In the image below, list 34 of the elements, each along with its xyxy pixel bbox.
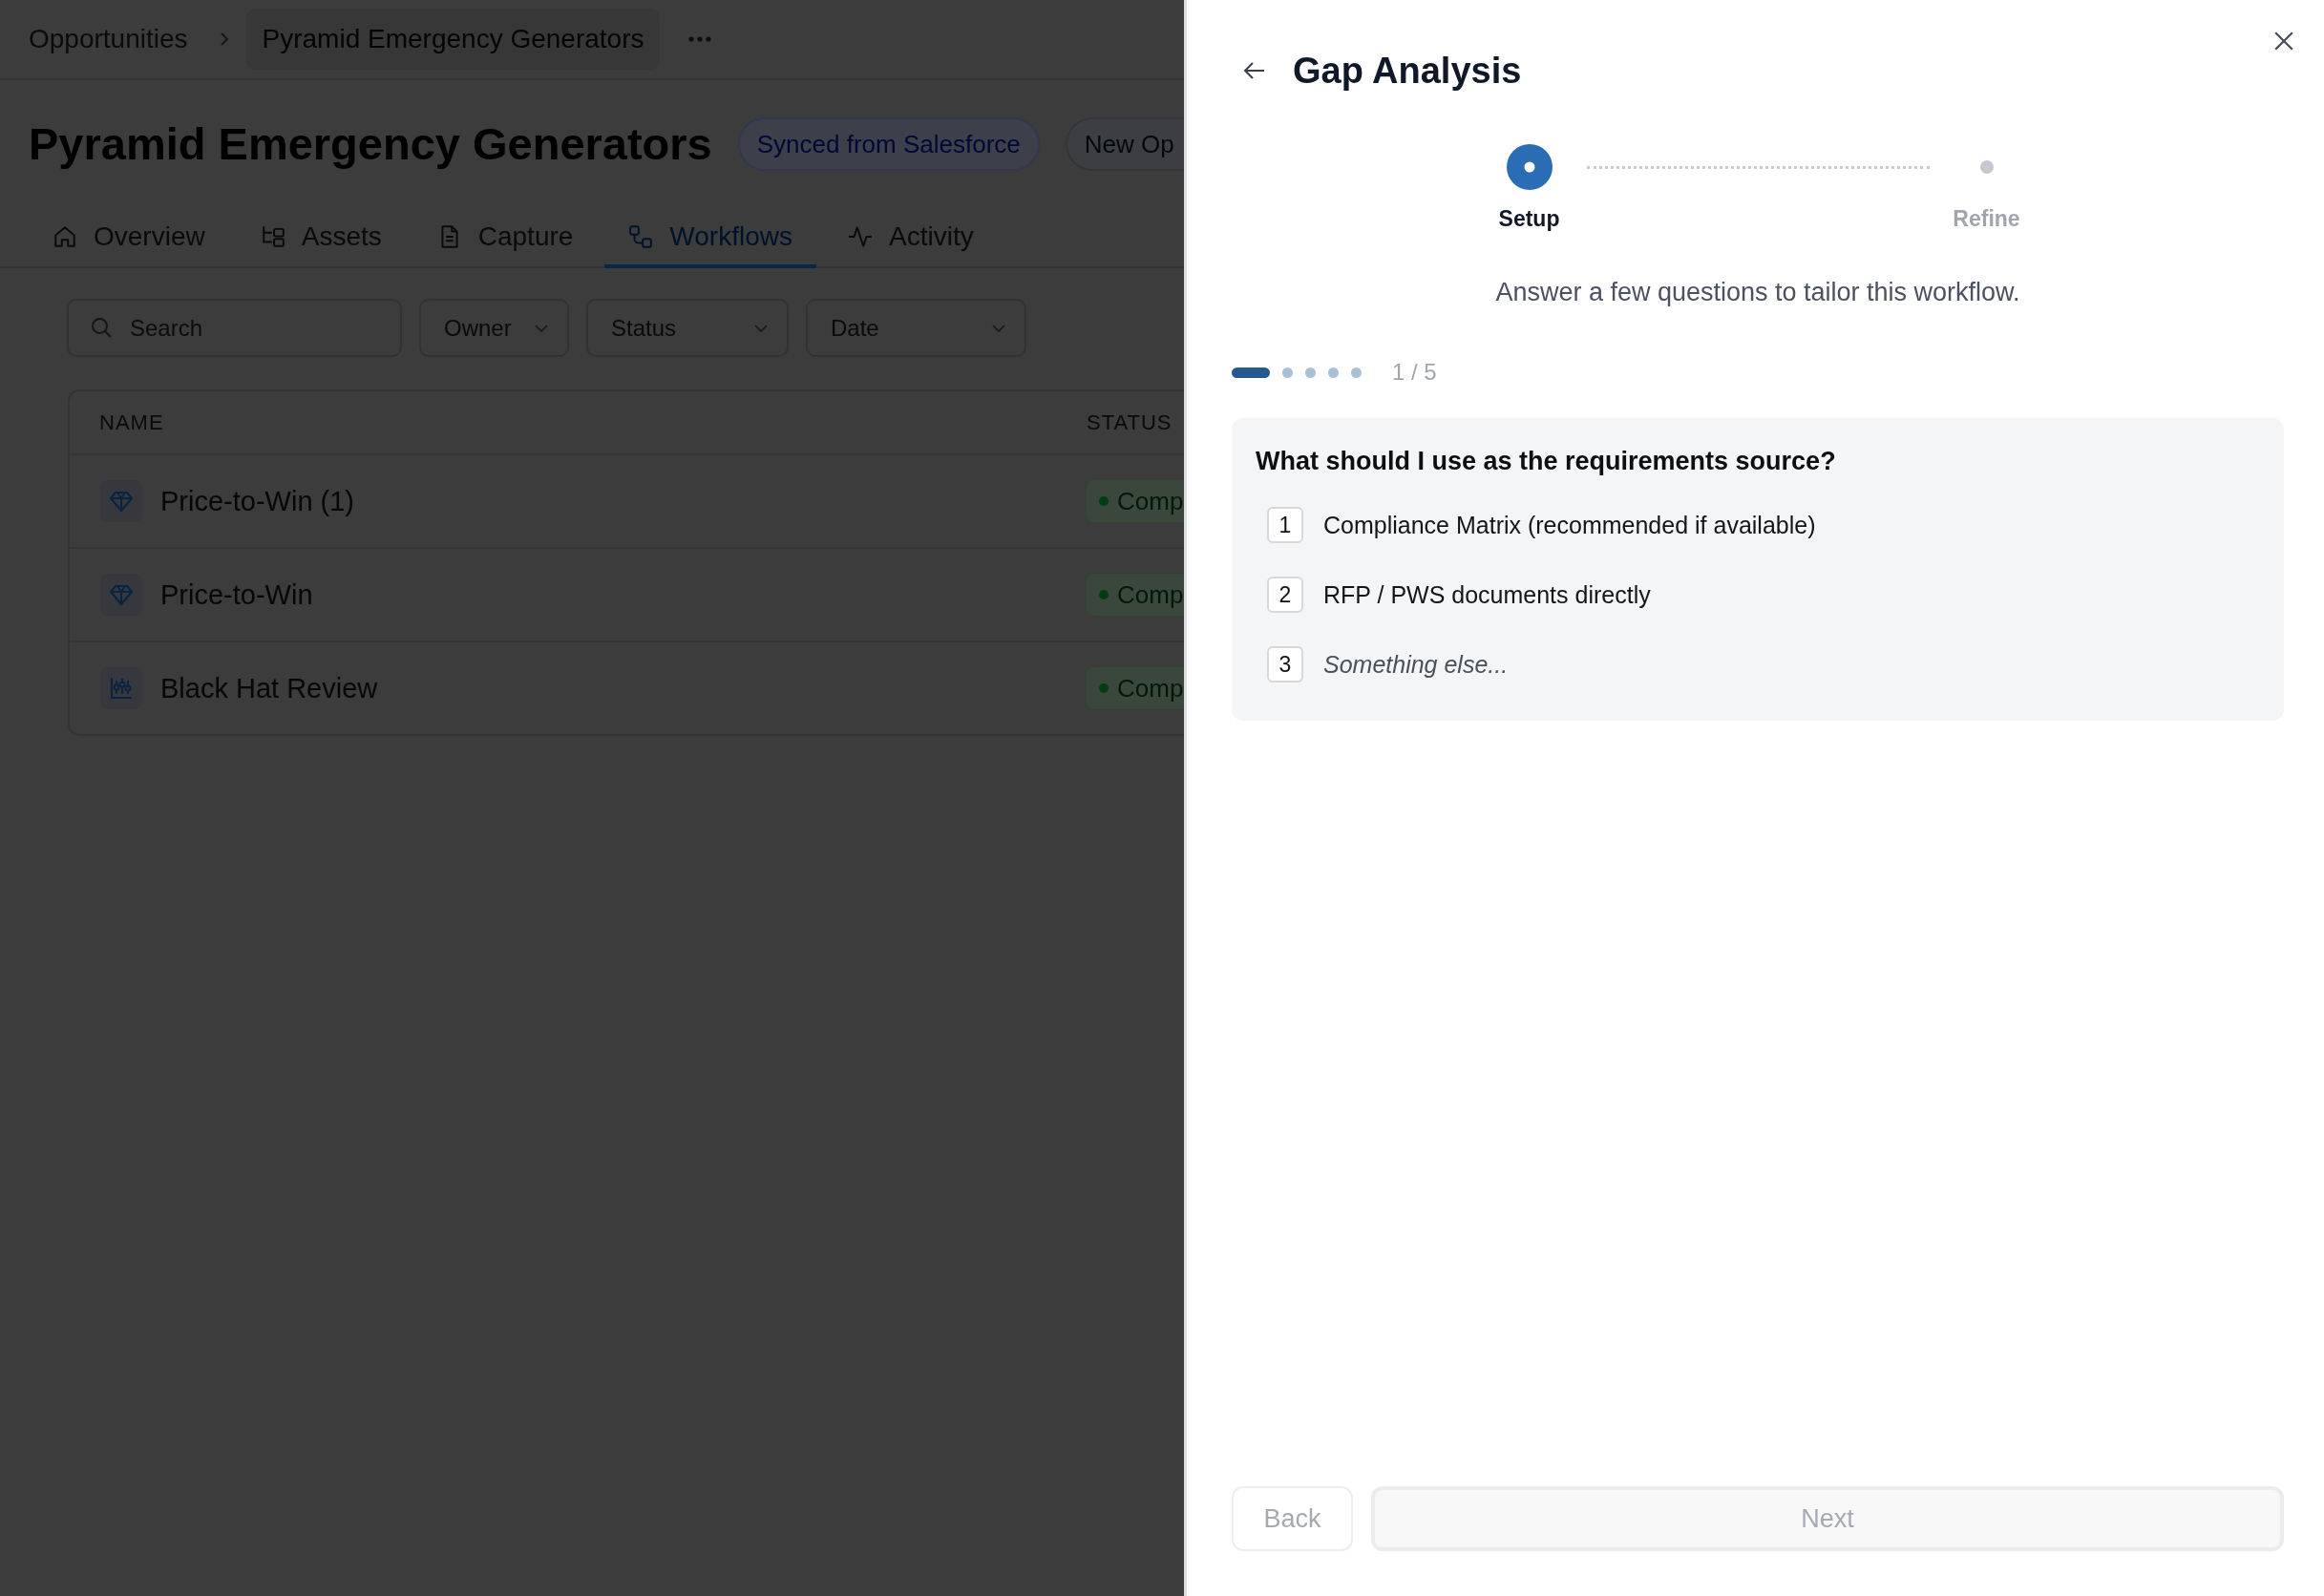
question-counter: 1 / 5 <box>1392 359 1437 386</box>
status-dot-icon <box>1099 683 1109 693</box>
linked-squares-icon <box>628 223 654 249</box>
home-icon <box>53 223 77 249</box>
number-key: 2 <box>1267 577 1303 613</box>
hierarchy-icon <box>260 223 285 249</box>
status-text: Comp <box>1117 486 1184 516</box>
answer-option[interactable]: 3 Something else... <box>1267 646 1509 682</box>
intro-text: Answer a few questions to tailor this workflow. <box>1494 277 2021 307</box>
chevron-right-icon <box>219 32 229 47</box>
chevron-down-icon <box>754 324 768 332</box>
status-text: Comp <box>1117 579 1184 610</box>
search-icon <box>90 316 113 339</box>
answer-option[interactable]: 2 RFP / PWS documents directly <box>1267 577 1651 613</box>
page-title: Pyramid Emergency Generators <box>29 118 712 170</box>
back-arrow-icon[interactable] <box>1242 61 1265 80</box>
chevron-down-icon <box>992 324 1005 332</box>
status-text: Comp <box>1117 673 1184 704</box>
close-icon[interactable] <box>2273 31 2294 52</box>
status-dot-icon <box>1099 496 1109 506</box>
answer-option[interactable]: 1 Compliance Matrix (recommended if available) <box>1267 507 1816 543</box>
step-label: Setup <box>1498 205 1560 232</box>
number-key: 3 <box>1267 646 1303 682</box>
number-key: 1 <box>1267 507 1303 543</box>
status-dot-icon <box>1099 590 1109 599</box>
step-label: Refine <box>1953 205 2020 232</box>
panel-title: Gap Analysis <box>1293 50 1522 93</box>
tab[interactable]: Workflows <box>604 204 816 268</box>
chart-icon <box>100 667 142 709</box>
page-tag: Synced from Salesforce <box>737 117 1040 171</box>
page-tag: New Op <box>1065 117 1184 171</box>
chevron-down-icon <box>535 324 548 332</box>
question-text: What should I use as the requirements source? <box>1256 446 1837 477</box>
pulse-icon <box>848 223 873 249</box>
